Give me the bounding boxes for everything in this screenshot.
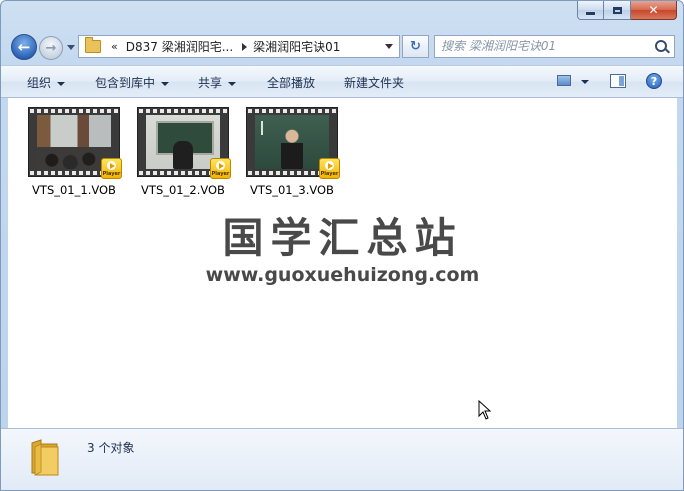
- file-name: VTS_01_2.VOB: [141, 183, 225, 197]
- close-button[interactable]: ✕: [631, 1, 677, 20]
- back-button[interactable]: ←: [11, 34, 37, 60]
- include-in-library-menu[interactable]: 包含到库中: [95, 74, 170, 91]
- player-badge-icon: Player: [210, 158, 231, 179]
- explorer-window: ✕ ← → « D837 梁湘润阳宅... 梁湘润阳宅诀01 ↻ 组织 包含到库…: [0, 0, 684, 491]
- video-thumbnail: Player: [28, 107, 122, 179]
- organize-menu[interactable]: 组织: [27, 74, 66, 91]
- video-frame: [146, 115, 220, 169]
- breadcrumb-item[interactable]: D837 梁湘润阳宅...: [126, 38, 233, 55]
- minimize-button[interactable]: [577, 1, 604, 20]
- preview-pane-icon[interactable]: [610, 74, 626, 88]
- command-bar: 组织 包含到库中 共享 全部播放 新建文件夹 ?: [1, 65, 683, 98]
- file-name: VTS_01_3.VOB: [250, 183, 334, 197]
- folder-icon: [31, 439, 59, 476]
- watermark-title: 国学汇总站: [222, 214, 463, 262]
- new-folder-button[interactable]: 新建文件夹: [344, 74, 404, 91]
- address-dropdown-icon[interactable]: [385, 44, 393, 49]
- play-all-button[interactable]: 全部播放: [267, 74, 315, 91]
- chevron-down-icon: [228, 81, 237, 86]
- maximize-icon: [612, 6, 622, 14]
- maximize-button[interactable]: [604, 1, 631, 20]
- details-pane: 3 个对象: [1, 428, 683, 490]
- player-badge-label: Player: [320, 171, 339, 177]
- close-icon: ✕: [648, 3, 659, 17]
- video-thumbnail: Player: [137, 107, 231, 179]
- player-badge-icon: Player: [101, 158, 122, 179]
- file-name: VTS_01_1.VOB: [32, 183, 116, 197]
- video-thumbnail: Player: [246, 107, 340, 179]
- share-label: 共享: [198, 76, 223, 90]
- file-list-area[interactable]: Player VTS_01_1.VOB Player VTS_01_2.VOB: [8, 98, 677, 428]
- change-view-icon[interactable]: [557, 75, 571, 86]
- watermark-url: www.guoxuehuizong.com: [205, 264, 480, 286]
- play-all-label: 全部播放: [267, 76, 316, 90]
- chevron-down-icon: [57, 81, 66, 86]
- player-badge-label: Player: [102, 171, 121, 177]
- view-options-dropdown[interactable]: [581, 80, 589, 84]
- help-button[interactable]: ?: [646, 73, 662, 89]
- help-icon: ?: [650, 74, 658, 88]
- refresh-icon: ↻: [410, 39, 421, 54]
- search-input[interactable]: [441, 38, 646, 54]
- address-bar[interactable]: « D837 梁湘润阳宅... 梁湘润阳宅诀01: [78, 35, 400, 58]
- include-in-library-label: 包含到库中: [95, 76, 156, 90]
- chevron-down-icon: [161, 81, 170, 86]
- file-item[interactable]: Player VTS_01_3.VOB: [242, 107, 342, 197]
- breadcrumb-item[interactable]: 梁湘润阳宅诀01: [253, 38, 340, 55]
- player-badge-icon: Player: [319, 158, 340, 179]
- folder-icon: [85, 37, 101, 53]
- refresh-button[interactable]: ↻: [402, 35, 429, 58]
- share-menu[interactable]: 共享: [198, 74, 237, 91]
- organize-label: 组织: [27, 76, 52, 90]
- video-frame: [255, 115, 329, 169]
- player-badge-label: Player: [211, 171, 230, 177]
- new-folder-label: 新建文件夹: [344, 76, 405, 90]
- forward-button[interactable]: →: [39, 36, 63, 60]
- item-count: 3 个对象: [87, 441, 135, 455]
- search-icon[interactable]: [655, 40, 667, 52]
- breadcrumb-overflow[interactable]: «: [111, 40, 118, 53]
- caption-buttons: ✕: [577, 1, 677, 20]
- file-item[interactable]: Player VTS_01_2.VOB: [133, 107, 233, 197]
- recent-pages-dropdown[interactable]: [67, 45, 75, 50]
- back-arrow-icon: ←: [17, 38, 31, 56]
- file-item[interactable]: Player VTS_01_1.VOB: [24, 107, 124, 197]
- forward-arrow-icon: →: [45, 40, 57, 56]
- video-frame: [37, 115, 111, 169]
- breadcrumb-separator-icon[interactable]: [242, 42, 248, 51]
- minimize-icon: [586, 11, 595, 15]
- search-box[interactable]: [434, 35, 675, 58]
